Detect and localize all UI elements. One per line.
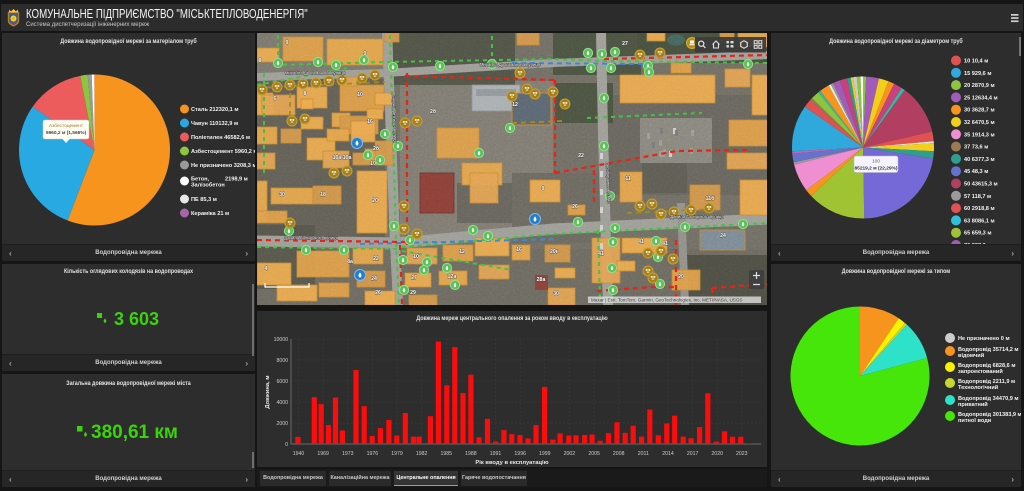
svg-text:6000: 6000 <box>276 379 288 385</box>
svg-text:Рік вводу в експлуатацію: Рік вводу в експлуатацію <box>475 460 548 466</box>
svg-text:1976: 1976 <box>367 451 379 457</box>
svg-text:Довжина, м: Довжина, м <box>265 375 271 408</box>
svg-text:1991: 1991 <box>490 451 502 457</box>
svg-text:2002: 2002 <box>564 451 576 457</box>
svg-text:Технологічний: Технологічний <box>958 384 999 391</box>
svg-text:0: 0 <box>285 442 288 448</box>
svg-text:Не призначено 0 м: Не призначено 0 м <box>958 336 1010 342</box>
svg-text:1988: 1988 <box>465 451 477 457</box>
svg-text:65 659,3 м: 65 659,3 м <box>964 231 991 237</box>
svg-text:відомчий: відомчий <box>958 352 985 359</box>
svg-text:70 327,9 м: 70 327,9 м <box>964 243 991 244</box>
svg-text:1979: 1979 <box>391 451 403 457</box>
svg-text:1999: 1999 <box>539 451 551 457</box>
svg-text:2008: 2008 <box>613 451 625 457</box>
svg-text:2020: 2020 <box>711 451 723 457</box>
svg-text:100: 100 <box>872 159 880 165</box>
svg-text:57 118,7 м: 57 118,7 м <box>964 194 991 200</box>
svg-text:2011: 2011 <box>638 451 649 457</box>
svg-text:2000: 2000 <box>276 421 288 427</box>
svg-text:20 2870,9 м: 20 2870,9 м <box>964 83 995 89</box>
svg-text:2017: 2017 <box>687 451 699 457</box>
svg-text:45 48,3 м: 45 48,3 м <box>964 169 988 175</box>
svg-text:Кераміка 21 м: Кераміка 21 м <box>191 211 229 217</box>
svg-text:10000: 10000 <box>274 337 289 343</box>
svg-text:15 929,6 м: 15 929,6 м <box>964 71 991 77</box>
svg-text:63 8086,1 м: 63 8086,1 м <box>964 218 995 224</box>
svg-text:10 10,4 м: 10 10,4 м <box>964 59 988 65</box>
svg-text:1982: 1982 <box>416 451 428 457</box>
svg-text:40 6377,3 м: 40 6377,3 м <box>964 157 995 163</box>
svg-text:32 6470,5 м: 32 6470,5 м <box>964 120 995 126</box>
svg-text:50 43615,3 м: 50 43615,3 м <box>964 182 998 188</box>
svg-text:2014: 2014 <box>662 451 674 457</box>
svg-text:Чавун 110132,9 м: Чавун 110132,9 м <box>191 121 238 127</box>
svg-text:8000: 8000 <box>276 358 288 364</box>
svg-text:35 1914,3 м: 35 1914,3 м <box>964 132 995 138</box>
svg-text:Азбестоцемент 5960,2 м: Азбестоцемент 5960,2 м <box>191 148 255 155</box>
svg-text:Азбестоцемент: Азбестоцемент <box>49 123 84 129</box>
svg-text:запроектований: запроектований <box>958 368 1003 375</box>
svg-text:Не призначено 3208,3 м: Не призначено 3208,3 м <box>191 163 255 169</box>
svg-text:приватний: приватний <box>958 401 988 408</box>
svg-text:5960,2 м (1,566%): 5960,2 м (1,566%) <box>46 130 87 136</box>
svg-text:37 73,6 м: 37 73,6 м <box>964 145 988 151</box>
svg-text:2005: 2005 <box>588 451 600 457</box>
svg-text:1996: 1996 <box>514 451 526 457</box>
svg-text:1985: 1985 <box>441 451 453 457</box>
svg-text:питної води: питної води <box>958 418 992 424</box>
svg-text:30 3628,7 м: 30 3628,7 м <box>964 108 995 114</box>
svg-text:85219,2 м (22,29%): 85219,2 м (22,29%) <box>854 166 897 172</box>
svg-text:4000: 4000 <box>276 400 288 406</box>
svg-text:60 2918,8 м: 60 2918,8 м <box>964 206 995 212</box>
svg-text:25 12634,4 м: 25 12634,4 м <box>964 95 998 101</box>
svg-text:Залізобетон: Залізобетон <box>191 182 225 189</box>
svg-text:ПЕ 85,3 м: ПЕ 85,3 м <box>191 197 217 203</box>
svg-text:Поліетилен 46582,6 м: Поліетилен 46582,6 м <box>191 135 250 141</box>
svg-text:2023: 2023 <box>736 451 748 457</box>
svg-text:1969: 1969 <box>317 451 329 457</box>
svg-text:1940: 1940 <box>293 451 305 457</box>
svg-text:1973: 1973 <box>342 451 354 457</box>
svg-text:Сталь 212320,1 м: Сталь 212320,1 м <box>191 107 238 113</box>
